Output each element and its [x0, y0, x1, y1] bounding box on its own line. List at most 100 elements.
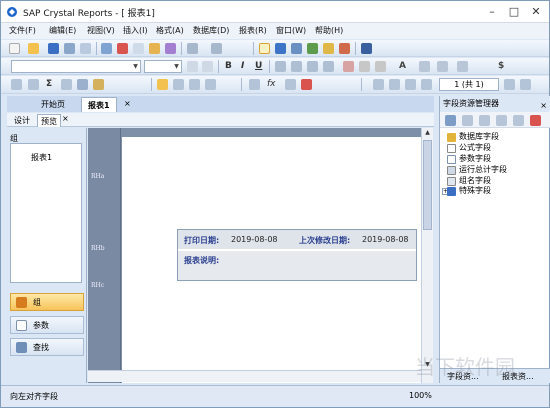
- stop-icon[interactable]: [405, 79, 416, 90]
- paste-icon[interactable]: [149, 43, 160, 54]
- italic-icon[interactable]: I: [241, 60, 244, 73]
- group-expert-icon[interactable]: [189, 79, 200, 90]
- browse-field-icon[interactable]: [462, 115, 473, 126]
- find-binoculars-icon[interactable]: [361, 43, 372, 54]
- window-title: SAP Crystal Reports - [ 报表1]: [23, 9, 155, 19]
- workbench-icon[interactable]: [339, 43, 350, 54]
- format-painter-icon[interactable]: [165, 43, 176, 54]
- align-center-icon[interactable]: [291, 61, 302, 72]
- insert-group-icon[interactable]: [28, 79, 39, 90]
- parameters-nav-button[interactable]: 参数: [10, 316, 84, 334]
- insert-crosstab-icon[interactable]: [61, 79, 72, 90]
- new-report-icon[interactable]: [9, 43, 20, 54]
- scroll-up-icon[interactable]: ▲: [422, 128, 433, 138]
- insert-text-object-icon[interactable]: [11, 79, 22, 90]
- field-item-special[interactable]: 特殊字段: [459, 185, 491, 196]
- horizontal-scrollbar[interactable]: [88, 370, 421, 382]
- suppress-icon[interactable]: [437, 61, 448, 72]
- insert-field-icon[interactable]: [445, 115, 456, 126]
- menu-help[interactable]: 帮助(H): [315, 25, 343, 36]
- first-page-icon[interactable]: [373, 79, 384, 90]
- menu-window[interactable]: 窗口(W): [276, 25, 306, 36]
- underline-icon[interactable]: U: [255, 60, 262, 73]
- align-right-icon[interactable]: [307, 61, 318, 72]
- cut-icon[interactable]: [117, 43, 128, 54]
- hyperlink-icon[interactable]: [285, 79, 296, 90]
- tab-start-page[interactable]: 开始页: [35, 97, 71, 112]
- rename-field-icon[interactable]: [513, 115, 524, 126]
- menu-edit[interactable]: 编辑(E): [49, 25, 76, 36]
- close-icon[interactable]: ✕: [527, 4, 545, 20]
- currency-symbol-icon[interactable]: $: [498, 60, 504, 73]
- design-view-icon[interactable]: [259, 43, 270, 54]
- currency-icon[interactable]: [343, 61, 354, 72]
- justify-icon[interactable]: [323, 61, 334, 72]
- percent-icon[interactable]: [375, 61, 386, 72]
- report-header-object[interactable]: 打印日期: 2019-08-08 上次修改日期: 2019-08-08 报表说明…: [177, 229, 417, 281]
- repository-icon[interactable]: [307, 43, 318, 54]
- insert-picture-icon[interactable]: [93, 79, 104, 90]
- tab-preview[interactable]: 预览: [37, 114, 61, 127]
- redo-icon[interactable]: [211, 43, 222, 54]
- thousands-separator-icon[interactable]: [359, 61, 370, 72]
- font-color-icon[interactable]: A: [399, 60, 406, 73]
- insert-chart-icon[interactable]: [77, 79, 88, 90]
- insert-summary-icon[interactable]: Σ: [46, 78, 52, 91]
- shrink-font-icon[interactable]: [202, 61, 213, 72]
- vertical-scrollbar[interactable]: ▲ ▼: [421, 128, 433, 383]
- grow-font-icon[interactable]: [187, 61, 198, 72]
- refresh-icon[interactable]: [421, 79, 432, 90]
- template-icon[interactable]: [249, 79, 260, 90]
- highlight-expert-icon[interactable]: [301, 79, 312, 90]
- menu-report[interactable]: 报表(R): [239, 25, 267, 36]
- edit-field-icon[interactable]: [496, 115, 507, 126]
- dependency-checker-icon[interactable]: [323, 43, 334, 54]
- close-tab-icon[interactable]: ×: [124, 99, 131, 108]
- next-page-icon[interactable]: [504, 79, 515, 90]
- font-name-combo[interactable]: ▼: [11, 60, 141, 73]
- tab-design[interactable]: 设计: [11, 114, 33, 127]
- field-item-running-total[interactable]: 运行总计字段: [459, 164, 507, 175]
- find-nav-button[interactable]: 查找: [10, 338, 84, 356]
- print-icon[interactable]: [64, 43, 75, 54]
- export-icon[interactable]: [101, 43, 112, 54]
- menu-file[interactable]: 文件(F): [9, 25, 36, 36]
- delete-field-icon[interactable]: [530, 115, 541, 126]
- menu-insert[interactable]: 插入(I): [123, 25, 148, 36]
- field-item-formula[interactable]: 公式字段: [459, 142, 491, 153]
- copy-icon[interactable]: [133, 43, 144, 54]
- scroll-thumb[interactable]: [423, 140, 432, 230]
- align-left-icon[interactable]: [275, 61, 286, 72]
- menu-database[interactable]: 数据库(D): [193, 25, 229, 36]
- border-icon[interactable]: [419, 61, 430, 72]
- maximize-icon[interactable]: □: [505, 4, 523, 20]
- font-size-combo[interactable]: ▼: [144, 60, 182, 73]
- tab-report1[interactable]: 报表1: [81, 97, 117, 112]
- bold-icon[interactable]: B: [225, 60, 232, 73]
- undo-icon[interactable]: [187, 43, 198, 54]
- print-preview-icon[interactable]: [80, 43, 91, 54]
- field-explorer-icon[interactable]: [275, 43, 286, 54]
- section-label-rha: RHa: [91, 173, 105, 180]
- save-icon[interactable]: [48, 43, 59, 54]
- new-field-icon[interactable]: [479, 115, 490, 126]
- formula-workshop-icon[interactable]: fx: [267, 78, 276, 91]
- menu-view[interactable]: 视图(V): [87, 25, 115, 36]
- lock-format-icon[interactable]: [457, 61, 468, 72]
- field-item-parameter[interactable]: 参数字段: [459, 153, 491, 164]
- close-preview-icon[interactable]: ×: [62, 114, 69, 123]
- report-explorer-icon[interactable]: [291, 43, 302, 54]
- tree-item-report[interactable]: 报表1: [31, 152, 52, 163]
- previous-page-icon[interactable]: [389, 79, 400, 90]
- select-expert-icon[interactable]: [173, 79, 184, 90]
- group-nav-button[interactable]: 组: [10, 293, 84, 311]
- open-folder-icon[interactable]: [28, 43, 39, 54]
- section-expert-icon[interactable]: [205, 79, 216, 90]
- field-item-database[interactable]: 数据库字段: [459, 131, 499, 142]
- sort-expert-icon[interactable]: [157, 79, 168, 90]
- minimize-icon[interactable]: –: [483, 4, 501, 20]
- modified-date-label: 上次修改日期:: [299, 236, 351, 245]
- menu-format[interactable]: 格式(A): [156, 25, 184, 36]
- last-page-icon[interactable]: [520, 79, 531, 90]
- running-total-icon: [447, 166, 456, 175]
